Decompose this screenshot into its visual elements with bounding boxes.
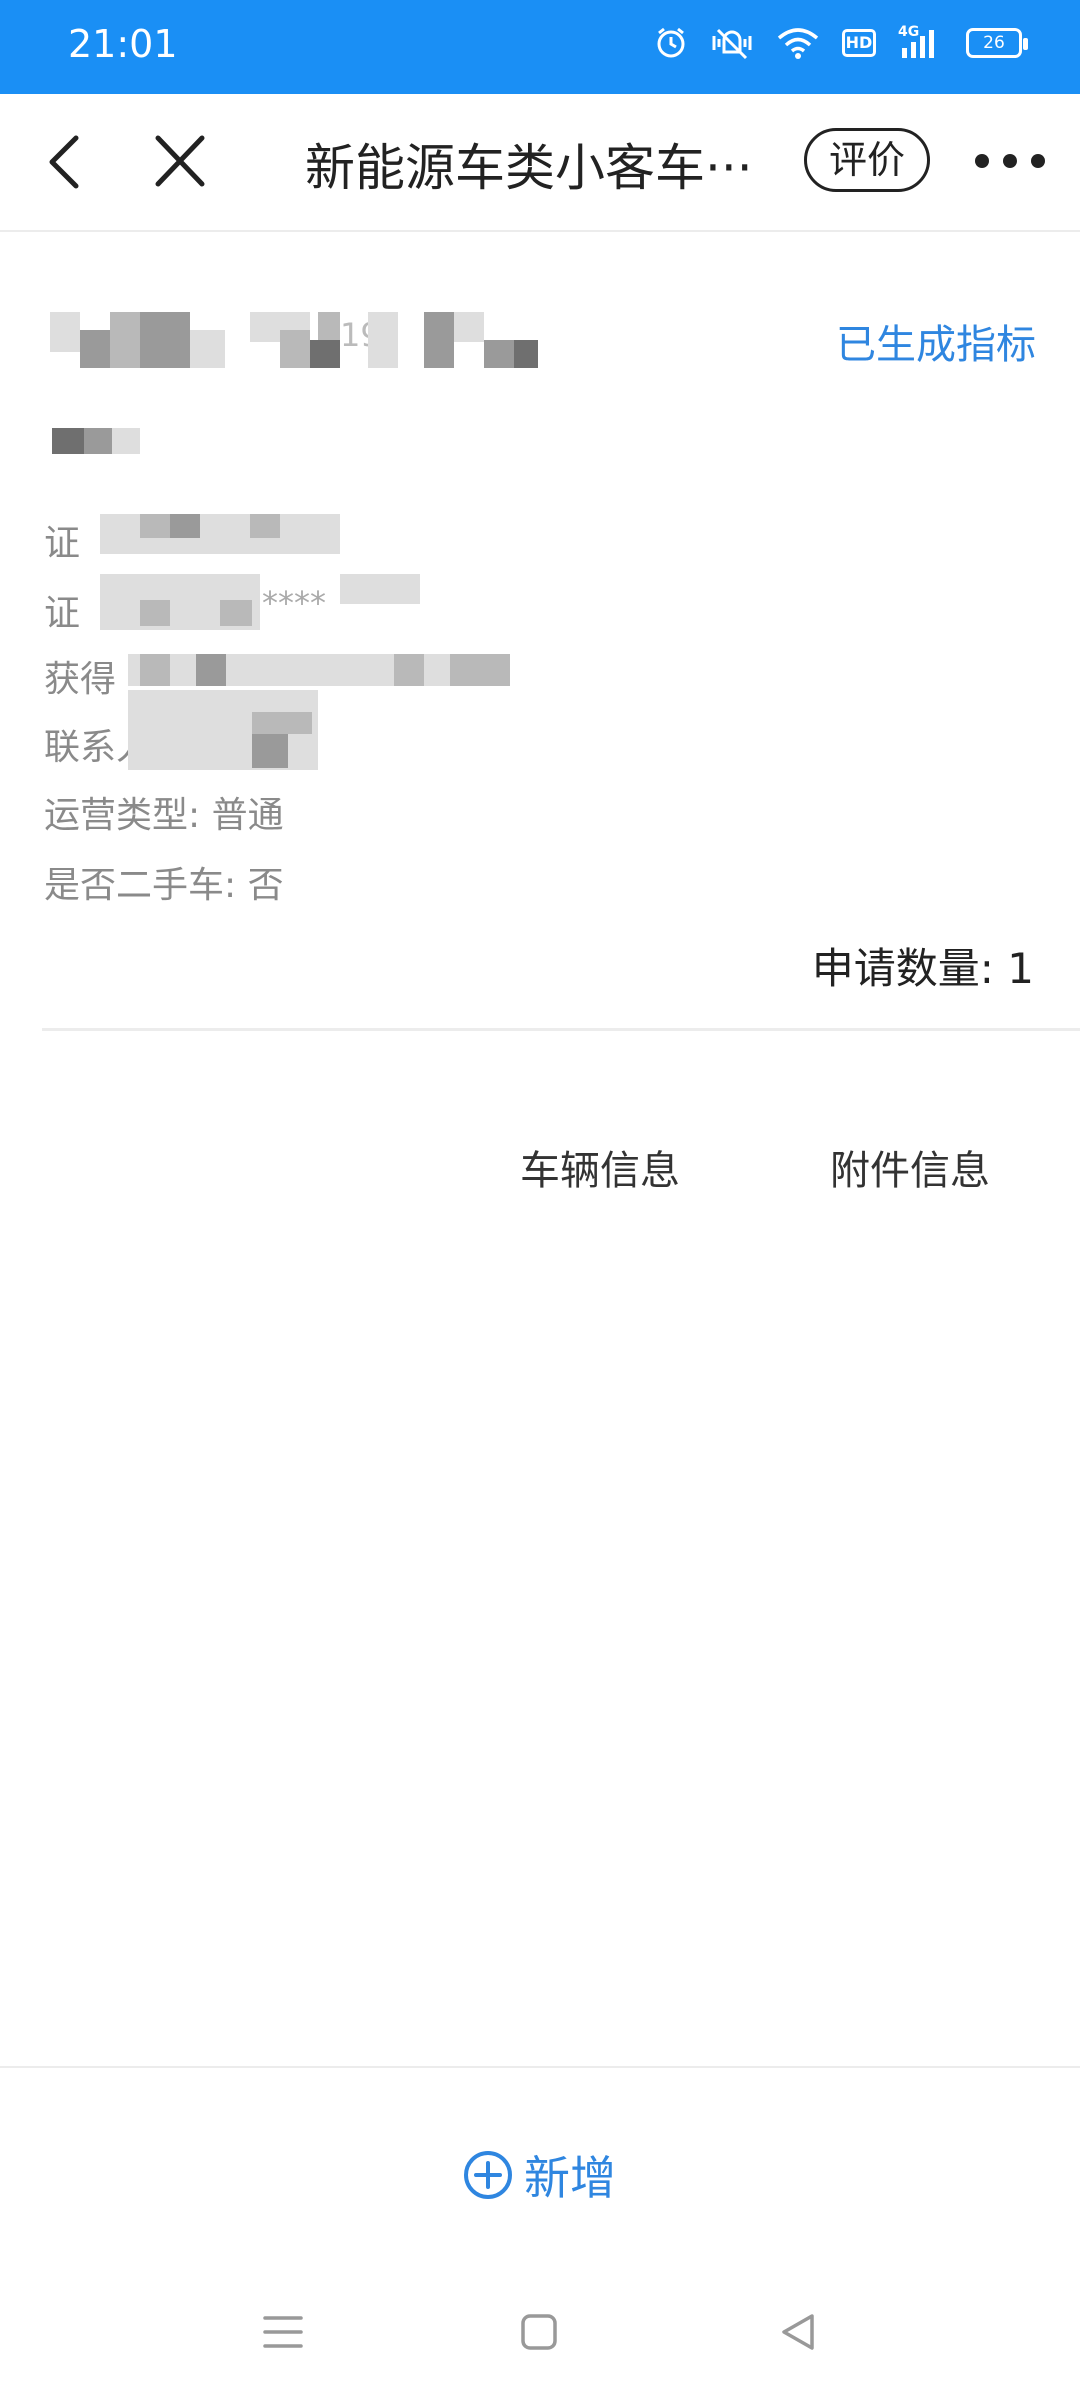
alarm-icon xyxy=(657,27,685,58)
tab-attachment-info[interactable]: 附件信息 xyxy=(830,1138,990,1196)
wifi-icon xyxy=(777,28,819,59)
apply-count: 申请数量: 1 xyxy=(811,944,1034,993)
back-triangle-icon[interactable] xyxy=(778,2312,818,2352)
plus-circle-icon xyxy=(464,2151,512,2199)
signal-icon: 4G xyxy=(898,24,944,60)
add-button[interactable]: 新增 xyxy=(462,2140,616,2210)
close-icon[interactable] xyxy=(140,124,220,200)
cert2-masked: **** xyxy=(262,584,326,622)
status-icons: HD 4G 26 xyxy=(654,24,1028,60)
title-bar: 新能源车类小客车··· 评价 xyxy=(0,94,1080,232)
page-title: 新能源车类小客车··· xyxy=(305,139,753,192)
system-nav-bar xyxy=(0,2270,1080,2400)
status-indicator-link[interactable]: 已生成指标 xyxy=(836,312,1036,370)
cert-line: 证 xyxy=(44,514,80,566)
footer-divider xyxy=(0,2066,1080,2068)
rate-button[interactable]: 评价 xyxy=(804,128,930,192)
second-hand-car: 是否二手车: 否 xyxy=(44,865,284,906)
more-dots-icon[interactable] xyxy=(970,136,1050,186)
back-arrow-icon[interactable] xyxy=(32,124,102,200)
status-time: 21:01 xyxy=(68,22,178,66)
hd-icon: HD xyxy=(842,29,876,57)
operation-type: 运营类型: 普通 xyxy=(44,795,284,836)
cert2-line: 证 xyxy=(44,584,80,636)
status-bar: 21:01 HD 4G 26 xyxy=(0,0,1080,94)
add-label: 新增 xyxy=(524,2151,616,2205)
battery-icon: 26 xyxy=(966,28,1028,58)
obtain-label-fragment: 获得 xyxy=(44,659,117,700)
section-divider xyxy=(42,1028,1080,1031)
home-icon[interactable] xyxy=(520,2312,558,2352)
battery-level: 26 xyxy=(983,33,1005,53)
menu-icon[interactable] xyxy=(262,2312,304,2352)
cert-label-fragment: 证 xyxy=(44,523,81,564)
cert2-label-fragment: 证 xyxy=(44,593,81,634)
tab-vehicle-info[interactable]: 车辆信息 xyxy=(520,1138,680,1196)
mute-vibrate-icon xyxy=(712,28,752,60)
obtain-line: 获得 xyxy=(44,650,116,702)
cert-value-redacted xyxy=(100,514,340,554)
